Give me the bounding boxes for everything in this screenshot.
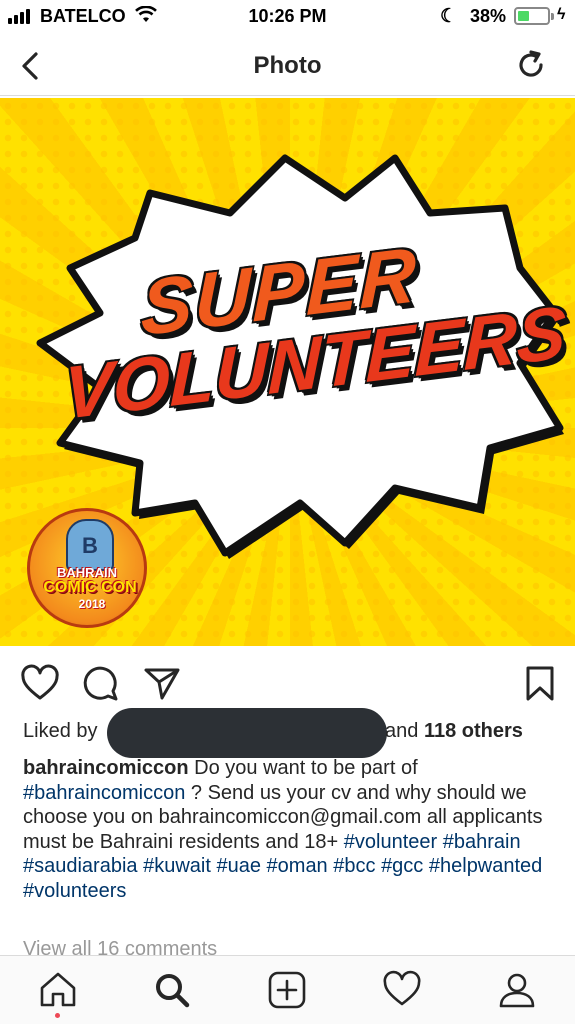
caption-text-1: Do you want to be part of: [188, 757, 418, 779]
profile-icon: [499, 973, 535, 1008]
notification-dot: [55, 1013, 60, 1018]
charging-icon: ϟ: [557, 6, 566, 23]
tab-bar: [0, 955, 575, 1024]
refresh-button[interactable]: [514, 48, 548, 82]
page-title: Photo: [253, 52, 322, 79]
post-caption: bahraincomiccon Do you want to be part o…: [23, 756, 553, 903]
like-button[interactable]: [20, 664, 60, 704]
caption-username[interactable]: bahraincomiccon: [23, 757, 189, 779]
logo-letter: B: [82, 533, 98, 558]
heart-icon: [383, 970, 421, 1006]
post-image[interactable]: SUPER VOLUNTEERS B BAHRAIN COMIC CON 201…: [0, 98, 575, 646]
logo-text-bahrain: BAHRAIN: [57, 565, 117, 580]
redacted-username: [107, 708, 387, 758]
plus-square-icon: [268, 971, 306, 1009]
likes-summary[interactable]: and 118 others: [385, 720, 523, 743]
comment-button[interactable]: [80, 664, 120, 704]
save-button[interactable]: [520, 664, 560, 704]
hashtag-link[interactable]: #oman: [267, 855, 328, 877]
do-not-disturb-icon: ☾: [440, 6, 458, 27]
likes-count[interactable]: 118 others: [424, 720, 523, 742]
comment-icon: [83, 666, 118, 701]
refresh-icon: [519, 50, 543, 77]
logo-text-comiccon: COMIC CON: [43, 579, 137, 596]
bookmark-icon: [526, 666, 554, 701]
tab-profile[interactable]: [497, 970, 537, 1010]
comic-con-logo: B BAHRAIN COMIC CON 2018: [27, 508, 147, 628]
hashtag-link[interactable]: #gcc: [381, 855, 423, 877]
logo-text-year: 2018: [78, 597, 106, 611]
tab-search[interactable]: [152, 970, 192, 1010]
hashtag-link[interactable]: #bahraincomiccon: [23, 782, 185, 804]
hashtag-link[interactable]: #bcc: [333, 855, 375, 877]
hashtag-link[interactable]: #bahrain: [443, 831, 521, 853]
likes-prefix: Liked by: [23, 720, 98, 742]
hashtag-link[interactable]: #kuwait: [143, 855, 211, 877]
nav-bar: Photo: [0, 34, 575, 96]
hashtag-link[interactable]: #volunteer: [344, 831, 437, 853]
tab-activity[interactable]: [382, 970, 422, 1010]
heart-icon: [21, 664, 59, 700]
search-icon: [156, 974, 190, 1008]
battery-percent: 38%: [470, 6, 507, 26]
hashtag-link[interactable]: #uae: [216, 855, 261, 877]
hashtag-link[interactable]: #helpwanted: [429, 855, 542, 877]
status-bar: BATELCO 10:26 PM ☾ 38% ϟ: [0, 0, 575, 34]
likes-and: and: [385, 720, 419, 742]
send-icon: [144, 668, 180, 700]
battery-icon: [514, 7, 550, 25]
tab-new-post[interactable]: [267, 970, 307, 1010]
home-icon: [40, 972, 76, 1007]
hashtag-link[interactable]: #volunteers: [23, 880, 126, 902]
share-button[interactable]: [142, 664, 182, 704]
tab-home[interactable]: [38, 970, 78, 1010]
hashtag-link[interactable]: #saudiarabia: [23, 855, 138, 877]
